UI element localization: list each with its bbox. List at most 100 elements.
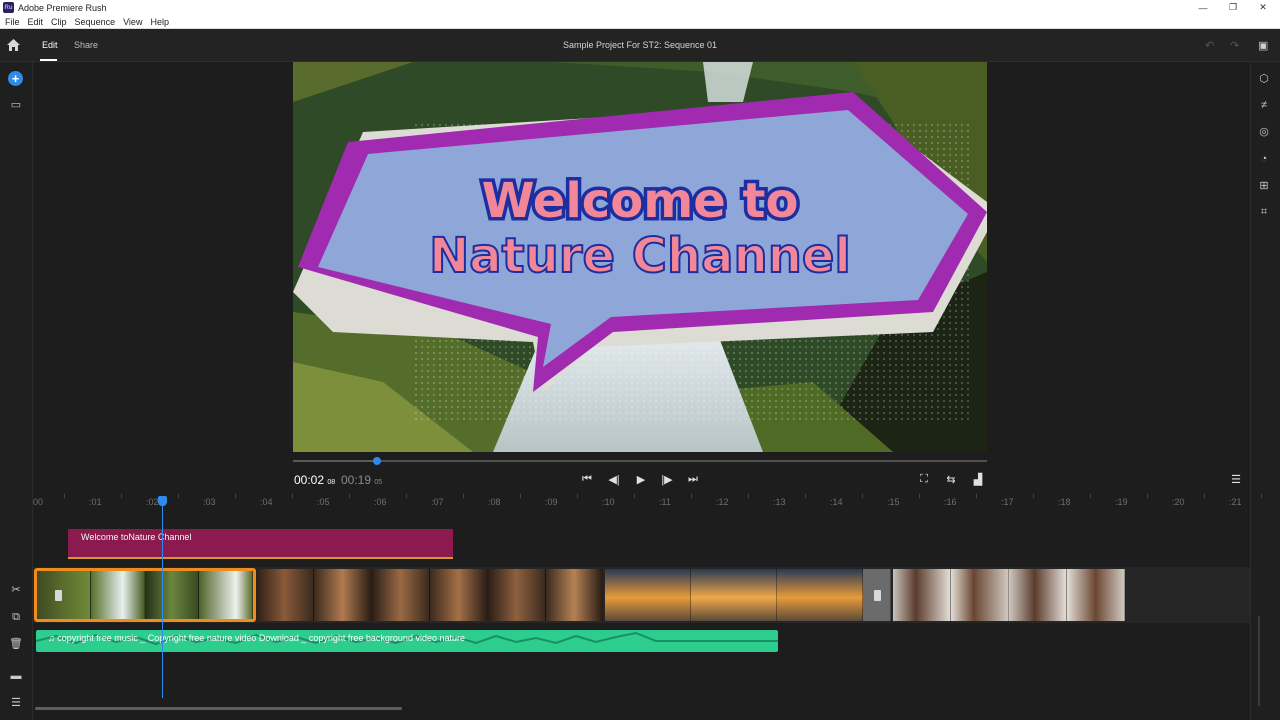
playhead-line xyxy=(162,505,163,698)
maximize-button[interactable]: ❐ xyxy=(1218,0,1248,15)
preview-scrub-track[interactable] xyxy=(293,460,987,462)
ruler-tick xyxy=(577,494,578,498)
preview-title-line1: Welcome to xyxy=(482,173,799,229)
ruler-label: :13 xyxy=(773,497,786,507)
ruler-tick xyxy=(1033,494,1034,498)
ruler-label: :01 xyxy=(89,497,102,507)
timeline-menu-icon[interactable]: ☰ xyxy=(1229,473,1243,486)
ruler-tick xyxy=(1204,494,1205,498)
duration-timecode: 00:19 05 xyxy=(341,473,382,487)
clip-frame xyxy=(777,569,863,621)
audio-clip[interactable]: ♫ copyright free music _ Copyright free … xyxy=(36,630,778,652)
ruler-label: :19 xyxy=(1115,497,1128,507)
duplicate-clip-icon[interactable]: ⧉ xyxy=(9,610,23,624)
ruler-tick xyxy=(349,494,350,498)
color-icon[interactable]: ◎ xyxy=(1257,125,1271,139)
ruler-label: :02 xyxy=(146,497,159,507)
play-icon[interactable]: ▶ xyxy=(634,473,648,486)
feedback-icon[interactable]: ▣ xyxy=(1258,39,1268,52)
menu-view[interactable]: View xyxy=(123,17,142,27)
menu-file[interactable]: File xyxy=(5,17,20,27)
ruler-label: :06 xyxy=(374,497,387,507)
ruler-tick xyxy=(406,494,407,498)
transform-icon[interactable]: ⌗ xyxy=(1257,205,1271,219)
delete-clip-icon[interactable]: 🗑 xyxy=(9,637,23,651)
ruler-tick xyxy=(235,494,236,498)
clip-trim-handle[interactable] xyxy=(874,590,881,601)
fullscreen-icon[interactable]: ▟ xyxy=(971,473,985,486)
ruler-label: :11 xyxy=(659,497,671,507)
close-button[interactable]: ✕ xyxy=(1248,0,1278,15)
transitions-icon[interactable]: ≠ xyxy=(1257,98,1271,112)
ruler-tick xyxy=(919,494,920,498)
preview-monitor[interactable]: Welcome to Welcome to Nature Channel xyxy=(293,62,987,452)
ruler-tick xyxy=(805,494,806,498)
timeline-vertical-scrollbar[interactable] xyxy=(1258,616,1260,706)
ruler-label: :20 xyxy=(1172,497,1185,507)
clip-trim-handle[interactable] xyxy=(55,590,62,601)
ruler-label: :18 xyxy=(1058,497,1071,507)
menu-clip[interactable]: Clip xyxy=(51,17,67,27)
selected-clip-outline xyxy=(34,568,256,622)
project-title: Sample Project For ST2: Sequence 01 xyxy=(562,40,718,50)
fit-frame-icon[interactable]: ⛶ xyxy=(917,473,931,486)
ruler-label: :16 xyxy=(944,497,957,507)
current-frames: 08 xyxy=(327,479,336,486)
go-to-start-icon[interactable]: ⏮ xyxy=(580,473,594,486)
loop-icon[interactable]: ⇆ xyxy=(944,473,958,486)
playhead-handle[interactable] xyxy=(158,496,167,506)
ruler-tick xyxy=(178,494,179,498)
ruler-tick xyxy=(463,494,464,498)
split-clip-icon[interactable]: ✂ xyxy=(9,583,23,597)
project-assets-icon[interactable]: ▭ xyxy=(9,98,23,112)
ruler-label: 00 xyxy=(33,497,44,507)
video-clip-sunrise[interactable] xyxy=(605,569,891,621)
title-clip[interactable]: Welcome toNature Channel xyxy=(68,529,453,559)
duration-frames: 05 xyxy=(374,479,383,486)
active-tab-indicator xyxy=(40,59,57,61)
preview-title-line2: Nature Channel xyxy=(429,228,851,284)
undo-icon[interactable]: ↶ xyxy=(1205,39,1214,52)
current-timecode: 00:02 08 xyxy=(294,473,335,487)
menu-sequence[interactable]: Sequence xyxy=(75,17,116,27)
audio-clip-label: ♫ copyright free music _ Copyright free … xyxy=(48,633,465,643)
speed-icon[interactable]: ◔ xyxy=(1257,152,1271,166)
titles-icon[interactable]: ⬡ xyxy=(1257,72,1271,86)
timeline-ruler[interactable]: 00:01:02:03:04:05:06:07:08:09:10:11:12:1… xyxy=(33,493,1262,511)
preview-scrub-handle[interactable] xyxy=(373,457,381,465)
app-icon: Ru xyxy=(3,2,14,13)
step-back-icon[interactable]: ◀| xyxy=(607,473,621,486)
ruler-label: :03 xyxy=(203,497,216,507)
ruler-tick xyxy=(862,494,863,498)
duration-time: 00:19 xyxy=(341,473,372,487)
ruler-label: :12 xyxy=(716,497,729,507)
clip-frame xyxy=(488,569,546,621)
menu-edit[interactable]: Edit xyxy=(28,17,44,27)
minimize-button[interactable]: — xyxy=(1188,0,1218,15)
step-forward-icon[interactable]: |▶ xyxy=(660,473,674,486)
ruler-label: :09 xyxy=(545,497,558,507)
video-clip-highland-cattle[interactable] xyxy=(893,569,1125,621)
ruler-label: :14 xyxy=(830,497,843,507)
ruler-label: :21 xyxy=(1229,497,1242,507)
ruler-tick xyxy=(292,494,293,498)
menu-help[interactable]: Help xyxy=(150,17,169,27)
timeline-options-icon[interactable]: ☰ xyxy=(9,696,23,710)
current-time: 00:02 xyxy=(294,473,325,487)
top-bar: Edit Share Sample Project For ST2: Seque… xyxy=(0,29,1280,62)
clip-frame xyxy=(951,569,1009,621)
ruler-label: :17 xyxy=(1001,497,1014,507)
track-controls-icon[interactable]: ▬ xyxy=(9,669,23,683)
video-clip-campfire[interactable] xyxy=(256,569,603,621)
audio-icon[interactable]: ⊞ xyxy=(1257,179,1271,193)
go-to-end-icon[interactable]: ⏭ xyxy=(686,473,700,486)
menu-bar: File Edit Clip Sequence View Help xyxy=(0,15,1280,29)
ruler-tick xyxy=(976,494,977,498)
redo-icon[interactable]: ↷ xyxy=(1230,39,1239,52)
ruler-tick xyxy=(121,494,122,498)
add-media-button[interactable]: + xyxy=(8,71,23,86)
clip-frame xyxy=(1009,569,1067,621)
clip-frame xyxy=(893,569,951,621)
timeline-horizontal-scrollbar[interactable] xyxy=(35,707,402,710)
ruler-tick xyxy=(1147,494,1148,498)
